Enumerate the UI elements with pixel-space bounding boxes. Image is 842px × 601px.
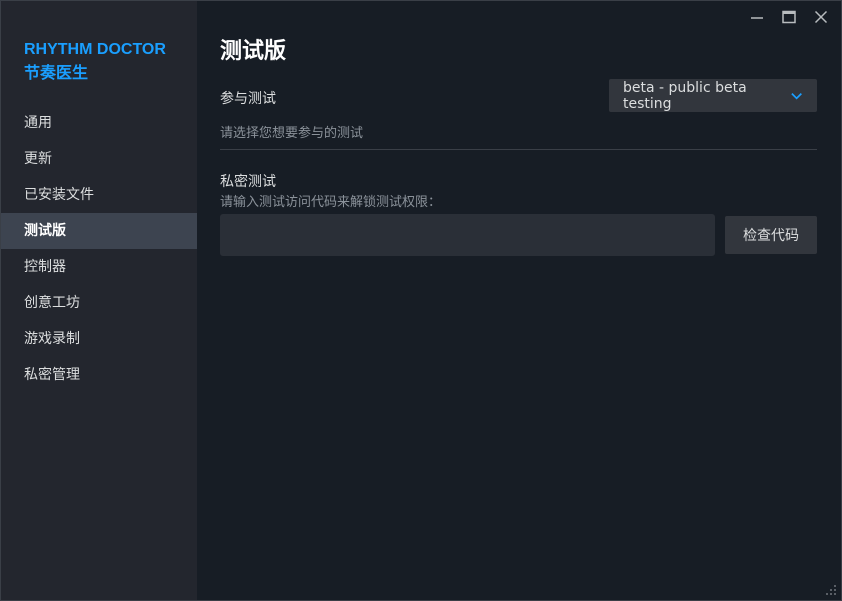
participate-label: 参与测试: [220, 91, 276, 107]
sidebar-item-workshop[interactable]: 创意工坊: [1, 285, 197, 321]
private-beta-label: 私密测试: [220, 174, 276, 190]
section-divider: [220, 149, 817, 150]
app-title: RHYTHM DOCTOR 节奏医生: [24, 38, 194, 86]
main-panel: 测试版 参与测试 beta - public beta testing 请选择您…: [197, 1, 841, 600]
sidebar: RHYTHM DOCTOR 节奏医生 通用 更新 已安装文件 测试版 控制器 创…: [1, 1, 197, 600]
sidebar-nav: 通用 更新 已安装文件 测试版 控制器 创意工坊 游戏录制 私密管理: [1, 105, 197, 393]
resize-grip-icon[interactable]: [824, 583, 838, 597]
page-title: 测试版: [220, 39, 287, 64]
sidebar-item-betas[interactable]: 测试版: [1, 213, 197, 249]
minimize-button[interactable]: [741, 5, 773, 29]
close-icon: [814, 10, 828, 24]
maximize-button[interactable]: [773, 5, 805, 29]
private-beta-description: 请输入测试访问代码来解锁测试权限：: [220, 195, 442, 210]
chevron-down-icon: [791, 92, 802, 100]
beta-select-value: beta - public beta testing: [623, 79, 747, 112]
close-button[interactable]: [805, 5, 837, 29]
properties-window: RHYTHM DOCTOR 节奏医生 通用 更新 已安装文件 测试版 控制器 创…: [0, 0, 842, 601]
sidebar-item-privacy[interactable]: 私密管理: [1, 357, 197, 393]
sidebar-item-game-recording[interactable]: 游戏录制: [1, 321, 197, 357]
sidebar-item-installed-files[interactable]: 已安装文件: [1, 177, 197, 213]
app-title-en: RHYTHM DOCTOR: [24, 41, 166, 58]
check-code-button[interactable]: 检查代码: [725, 216, 817, 254]
access-code-input[interactable]: [220, 214, 715, 256]
beta-select-dropdown[interactable]: beta - public beta testing: [609, 79, 817, 112]
sidebar-item-general[interactable]: 通用: [1, 105, 197, 141]
sidebar-item-controller[interactable]: 控制器: [1, 249, 197, 285]
window-controls: [741, 5, 837, 29]
maximize-icon: [782, 10, 796, 24]
sidebar-item-updates[interactable]: 更新: [1, 141, 197, 177]
minimize-icon: [751, 17, 763, 19]
participate-description: 请选择您想要参与的测试: [220, 126, 364, 141]
app-title-cn: 节奏医生: [24, 65, 89, 82]
